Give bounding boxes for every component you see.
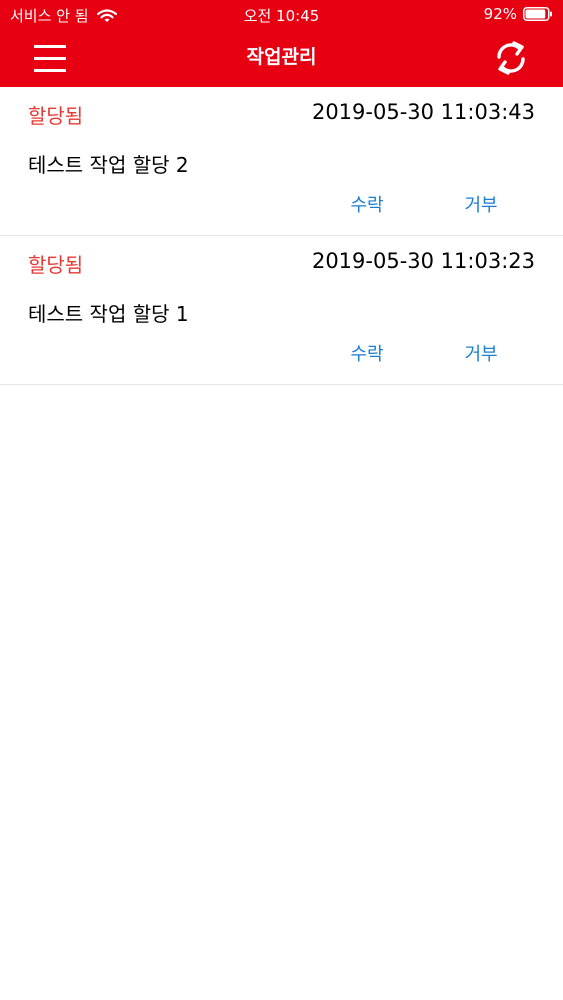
battery-icon [523, 7, 553, 21]
accept-button[interactable]: 수락 [338, 191, 396, 217]
task-status: 할당됨 [28, 253, 84, 277]
hamburger-menu-icon [34, 45, 68, 80]
accept-button[interactable]: 수락 [338, 340, 396, 366]
page-title: 작업관리 [246, 46, 317, 68]
reject-button[interactable]: 거부 [452, 191, 510, 217]
status-right: 92% [484, 5, 553, 23]
status-time: 오전 10:45 [243, 7, 320, 25]
task-list: 할당됨 2019-05-30 11:03:43 테스트 작업 할당 2 수락 거… [0, 87, 563, 385]
task-date: 2019-05-30 11:03:43 [311, 100, 535, 124]
refresh-icon [493, 41, 529, 82]
top-bar: 서비스 안 됨 오전 10:45 92% 작업관리 [0, 0, 563, 87]
menu-button[interactable] [34, 40, 68, 76]
battery-percent: 92% [483, 5, 517, 23]
navigation-bar: 작업관리 [0, 30, 563, 87]
task-title: 테스트 작업 할당 2 [28, 153, 189, 177]
reject-button[interactable]: 거부 [452, 340, 510, 366]
task-item[interactable]: 할당됨 2019-05-30 11:03:43 테스트 작업 할당 2 수락 거… [0, 87, 563, 236]
refresh-button[interactable] [493, 38, 529, 78]
task-title: 테스트 작업 할당 1 [28, 302, 189, 326]
task-date: 2019-05-30 11:03:23 [311, 249, 535, 273]
task-item[interactable]: 할당됨 2019-05-30 11:03:23 테스트 작업 할당 1 수락 거… [0, 236, 563, 385]
task-status: 할당됨 [28, 104, 84, 128]
status-bar: 서비스 안 됨 오전 10:45 92% [0, 0, 563, 30]
